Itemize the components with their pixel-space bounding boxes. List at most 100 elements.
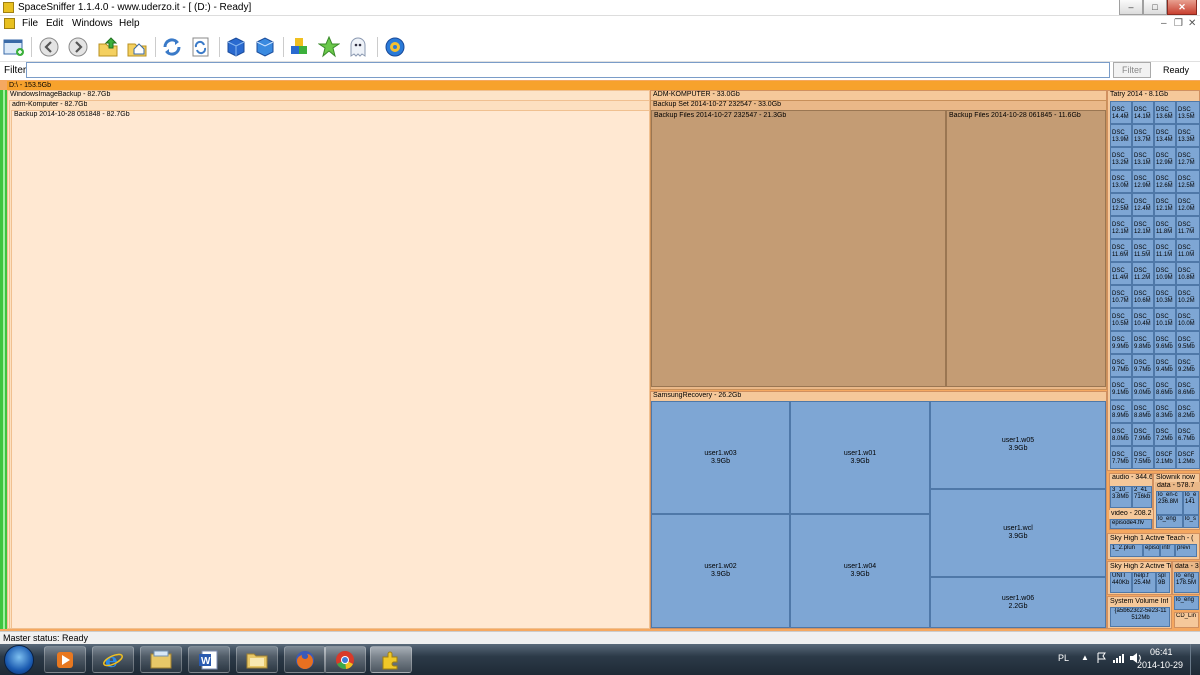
photo-file[interactable]: DSC_ 10.2M xyxy=(1176,285,1200,308)
photo-file[interactable]: DSC_ 11.1M xyxy=(1154,239,1176,262)
backup-files-1-block[interactable]: Backup Files 2014-10-27 232547 - 21.3Gb xyxy=(651,110,946,387)
tray-expand-icon[interactable]: ▲ xyxy=(1081,653,1089,662)
photo-file[interactable]: DSC_ 9.6Mb xyxy=(1154,331,1176,354)
photo-file[interactable]: DSC_ 14.1M xyxy=(1132,101,1154,124)
photo-file[interactable]: DSC_ 10.1M xyxy=(1154,308,1176,331)
new-scan-icon[interactable] xyxy=(3,36,25,58)
refresh-icon[interactable] xyxy=(161,36,183,58)
photo-file[interactable]: DSC_ 8.3Mb xyxy=(1154,400,1176,423)
photo-file[interactable]: DSC_ 10.3M xyxy=(1154,285,1176,308)
lo-eng-file[interactable]: lo_eng xyxy=(1156,515,1183,528)
file-user1-w04[interactable]: user1.w04 3.9Gb xyxy=(790,514,930,628)
parent-folder-icon[interactable] xyxy=(97,36,119,58)
close-button[interactable]: ✕ xyxy=(1167,0,1197,15)
photo-file[interactable]: DSC_ 10.0M xyxy=(1176,308,1200,331)
menu-edit[interactable]: Edit xyxy=(46,18,63,29)
file-user1-w05[interactable]: user1.w05 3.9Gb xyxy=(930,401,1106,489)
photo-file[interactable]: DSC_ 9.8Mb xyxy=(1132,331,1154,354)
network-icon[interactable] xyxy=(1112,652,1124,666)
photo-file[interactable]: DSC_ 10.6M xyxy=(1132,285,1154,308)
settings-gear-icon[interactable] xyxy=(384,36,406,58)
photo-file[interactable]: DSC_ 9.7Mb xyxy=(1110,354,1132,377)
photo-file[interactable]: DSC_ 11.7M xyxy=(1176,216,1200,239)
photo-file[interactable]: DSC_ 10.8M xyxy=(1176,262,1200,285)
clock-time[interactable]: 06:41 xyxy=(1150,647,1173,657)
photo-file[interactable]: DSC_ 8.8Mb xyxy=(1132,400,1154,423)
tray-flag-icon[interactable] xyxy=(1097,652,1107,666)
sky1-file-2[interactable]: episo xyxy=(1143,544,1160,557)
photo-file[interactable]: DSC_ 8.6Mb xyxy=(1154,377,1176,400)
photo-file[interactable]: DSC_ 6.7Mb xyxy=(1176,423,1200,446)
photo-file[interactable]: DSC_ 12.9M xyxy=(1132,170,1154,193)
lo-en-file[interactable]: lo_en-c 236.8M xyxy=(1156,491,1183,515)
sky2-file-4[interactable]: lo_eng 178.5M xyxy=(1174,572,1199,593)
photo-file[interactable]: DSC_ 7.5Mb xyxy=(1132,446,1154,469)
photo-file[interactable]: DSC_ 9.7Mb xyxy=(1132,354,1154,377)
photo-file[interactable]: DSC_ 12.1M xyxy=(1154,193,1176,216)
menu-help[interactable]: Help xyxy=(119,18,140,29)
video-file[interactable]: episode4.flv xyxy=(1110,519,1152,529)
show-desktop-button[interactable] xyxy=(1190,644,1200,675)
sky1-file-1[interactable]: 1_2.plun xyxy=(1110,544,1143,557)
file-explorer-icon[interactable] xyxy=(140,646,182,673)
word-icon[interactable]: W xyxy=(188,646,230,673)
photo-file[interactable]: DSC_ 8.6Mb xyxy=(1176,377,1200,400)
photo-file[interactable]: DSCF 1.2Mb xyxy=(1176,446,1200,469)
photo-file[interactable]: DSC_ 12.5M xyxy=(1110,193,1132,216)
ghost-icon[interactable] xyxy=(347,36,369,58)
backup-folder-block[interactable]: Backup 2014-10-28 051848 - 82.7Gb xyxy=(11,110,650,629)
lo-eng-file-2[interactable]: lo_eng xyxy=(1174,596,1199,610)
photo-file[interactable]: DSC_ 13.6M xyxy=(1154,101,1176,124)
photo-file[interactable]: DSC_ 13.5M xyxy=(1176,101,1200,124)
sky2-file-1[interactable]: UNIT 440Kb xyxy=(1110,572,1132,593)
photo-file[interactable]: DSC_ 14.4M xyxy=(1110,101,1132,124)
firefox-icon[interactable] xyxy=(284,646,326,673)
shapes-icon[interactable] xyxy=(289,36,311,58)
sky2-file-2[interactable]: help.f 25.4M xyxy=(1132,572,1156,593)
filter-button[interactable]: Filter xyxy=(1113,62,1151,78)
back-icon[interactable] xyxy=(38,36,60,58)
maximize-button[interactable]: □ xyxy=(1143,0,1167,15)
photo-file[interactable]: DSC_ 13.0M xyxy=(1110,170,1132,193)
minimize-button[interactable]: – xyxy=(1119,0,1143,15)
mdi-minimize-button[interactable]: – xyxy=(1161,18,1167,29)
lo-s-file[interactable]: lo_s xyxy=(1183,515,1199,528)
photo-file[interactable]: DSC_ 12.7M xyxy=(1176,147,1200,170)
photo-file[interactable]: DSC_ 7.9Mb xyxy=(1132,423,1154,446)
photo-file[interactable]: DSC_ 7.7Mb xyxy=(1110,446,1132,469)
data-folder-label[interactable]: data - 578.7 xyxy=(1155,482,1200,491)
chrome-icon[interactable] xyxy=(324,646,366,673)
photo-file[interactable]: DSC_ 12.6M xyxy=(1154,170,1176,193)
photo-file[interactable]: DSC_ 10.7M xyxy=(1110,285,1132,308)
photo-file[interactable]: DSC_ 11.5M xyxy=(1132,239,1154,262)
photo-file[interactable]: DSC_ 7.2Mb xyxy=(1154,423,1176,446)
photo-file[interactable]: DSC_ 10.5M xyxy=(1110,308,1132,331)
backup-files-2-block[interactable]: Backup Files 2014-10-28 061845 - 11.6Gb xyxy=(946,110,1106,387)
photo-file[interactable]: DSC_ 9.2Mb xyxy=(1176,354,1200,377)
photo-file[interactable]: DSC_ 8.2Mb xyxy=(1176,400,1200,423)
media-player-icon[interactable] xyxy=(44,646,86,673)
photo-file[interactable]: DSC_ 9.1Mb xyxy=(1110,377,1132,400)
menu-file[interactable]: File xyxy=(22,18,38,29)
refresh-all-icon[interactable] xyxy=(190,36,212,58)
photo-file[interactable]: DSC_ 13.3M xyxy=(1176,124,1200,147)
sky2-file-3[interactable]: spl 9B xyxy=(1156,572,1170,593)
photo-file[interactable]: DSC_ 10.9M xyxy=(1154,262,1176,285)
language-indicator[interactable]: PL xyxy=(1058,653,1069,663)
document-icon[interactable] xyxy=(4,18,15,29)
audio-file-1[interactable]: 3_10_ 3.8Mb xyxy=(1110,486,1132,508)
mdi-restore-button[interactable]: ❐ xyxy=(1174,18,1183,29)
photo-file[interactable]: DSC_ 10.4M xyxy=(1132,308,1154,331)
photo-file[interactable]: DSC_ 11.0M xyxy=(1176,239,1200,262)
photo-file[interactable]: DSC_ 9.5Mb xyxy=(1176,331,1200,354)
photo-file[interactable]: DSC_ 9.4Mb xyxy=(1154,354,1176,377)
photo-file[interactable]: DSC_ 11.2M xyxy=(1132,262,1154,285)
start-orb-icon[interactable] xyxy=(4,645,34,675)
photo-file[interactable]: DSC_ 13.2M xyxy=(1110,147,1132,170)
filter-input[interactable] xyxy=(26,62,1110,78)
file-user1-w06[interactable]: user1.w06 2.2Gb xyxy=(930,577,1106,628)
photo-file[interactable]: DSC_ 11.4M xyxy=(1110,262,1132,285)
cd-lin-block[interactable]: CD_Lin xyxy=(1174,612,1199,628)
photo-file[interactable]: DSC_ 9.9Mb xyxy=(1110,331,1132,354)
spacesniffer-icon[interactable] xyxy=(370,646,412,673)
